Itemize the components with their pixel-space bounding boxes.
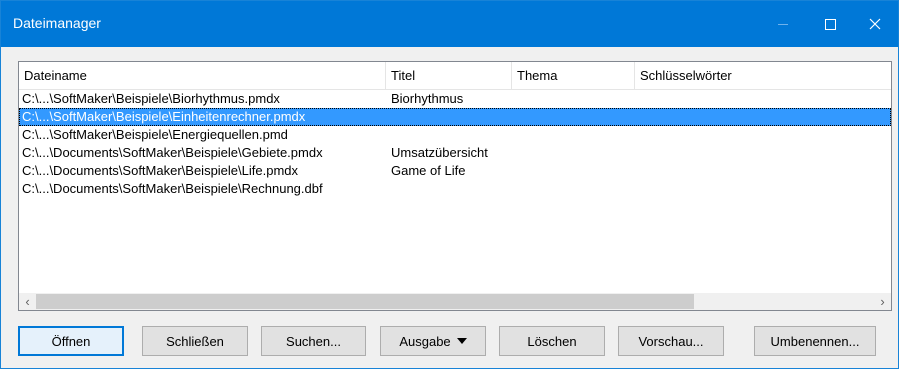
title-bar[interactable]: Dateimanager	[1, 1, 898, 47]
button-bar: Öffnen Schließen Suchen... Ausgabe Lösch…	[18, 326, 890, 358]
open-button[interactable]: Öffnen	[18, 326, 124, 356]
list-item[interactable]: C:\...\Documents\SoftMaker\Beispiele\Geb…	[19, 144, 891, 162]
filename-cell: C:\...\SoftMaker\Beispiele\Biorhythmus.p…	[22, 91, 280, 106]
filename-cell: C:\...\Documents\SoftMaker\Beispiele\Rec…	[22, 181, 323, 196]
rename-button[interactable]: Umbenennen...	[754, 326, 876, 356]
close-button[interactable]: Schließen	[142, 326, 248, 356]
title-cell: Biorhythmus	[391, 91, 464, 106]
list-item[interactable]: C:\...\Documents\SoftMaker\Beispiele\Rec…	[19, 180, 891, 198]
minimize-button[interactable]	[760, 1, 806, 47]
filename-cell: C:\...\SoftMaker\Beispiele\Einheitenrech…	[22, 109, 306, 124]
column-header-title[interactable]: Titel	[386, 62, 512, 89]
horizontal-scrollbar[interactable]: ‹ ›	[19, 293, 891, 310]
dropdown-arrow-icon	[456, 338, 467, 344]
title-cell: Game of Life	[391, 163, 466, 178]
output-button[interactable]: Ausgabe	[380, 326, 486, 356]
close-icon	[869, 18, 881, 30]
open-button-label: Öffnen	[51, 333, 91, 349]
scroll-right-icon[interactable]: ›	[874, 293, 891, 310]
list-item[interactable]: C:\...\Documents\SoftMaker\Beispiele\Lif…	[19, 162, 891, 180]
maximize-button[interactable]	[807, 1, 853, 47]
maximize-icon	[824, 18, 836, 30]
close-window-button[interactable]	[852, 1, 898, 47]
column-header-topic[interactable]: Thema	[512, 62, 635, 89]
title-cell: Umsatzübersicht	[391, 145, 488, 160]
close-button-label: Schließen	[166, 333, 224, 349]
scroll-left-icon[interactable]: ‹	[19, 293, 36, 310]
minimize-icon	[778, 23, 788, 25]
file-manager-window: Dateimanager Dateiname Titel Thema Schlü…	[0, 0, 899, 369]
filename-cell: C:\...\SoftMaker\Beispiele\Energiequelle…	[22, 127, 288, 142]
delete-button-label: Löschen	[527, 333, 577, 349]
preview-button[interactable]: Vorschau...	[618, 326, 724, 356]
filename-cell: C:\...\Documents\SoftMaker\Beispiele\Lif…	[22, 163, 299, 178]
file-list[interactable]: Dateiname Titel Thema Schlüsselwörter C:…	[18, 61, 892, 311]
column-header-filename[interactable]: Dateiname	[19, 62, 386, 89]
scrollbar-thumb[interactable]	[36, 294, 694, 309]
search-button[interactable]: Suchen...	[261, 326, 366, 356]
list-rows: C:\...\SoftMaker\Beispiele\Biorhythmus.p…	[19, 90, 891, 198]
preview-button-label: Vorschau...	[638, 333, 704, 349]
output-button-label: Ausgabe	[399, 333, 451, 349]
list-item[interactable]: C:\...\SoftMaker\Beispiele\Biorhythmus.p…	[19, 90, 891, 108]
column-header-keywords[interactable]: Schlüsselwörter	[635, 62, 891, 89]
search-button-label: Suchen...	[286, 333, 341, 349]
list-header: Dateiname Titel Thema Schlüsselwörter	[19, 62, 891, 90]
window-title: Dateimanager	[13, 15, 101, 31]
filename-cell: C:\...\Documents\SoftMaker\Beispiele\Geb…	[22, 145, 323, 160]
rename-button-label: Umbenennen...	[770, 333, 860, 349]
list-item-selected[interactable]: C:\...\SoftMaker\Beispiele\Einheitenrech…	[19, 108, 891, 126]
delete-button[interactable]: Löschen	[499, 326, 605, 356]
list-item[interactable]: C:\...\SoftMaker\Beispiele\Energiequelle…	[19, 126, 891, 144]
